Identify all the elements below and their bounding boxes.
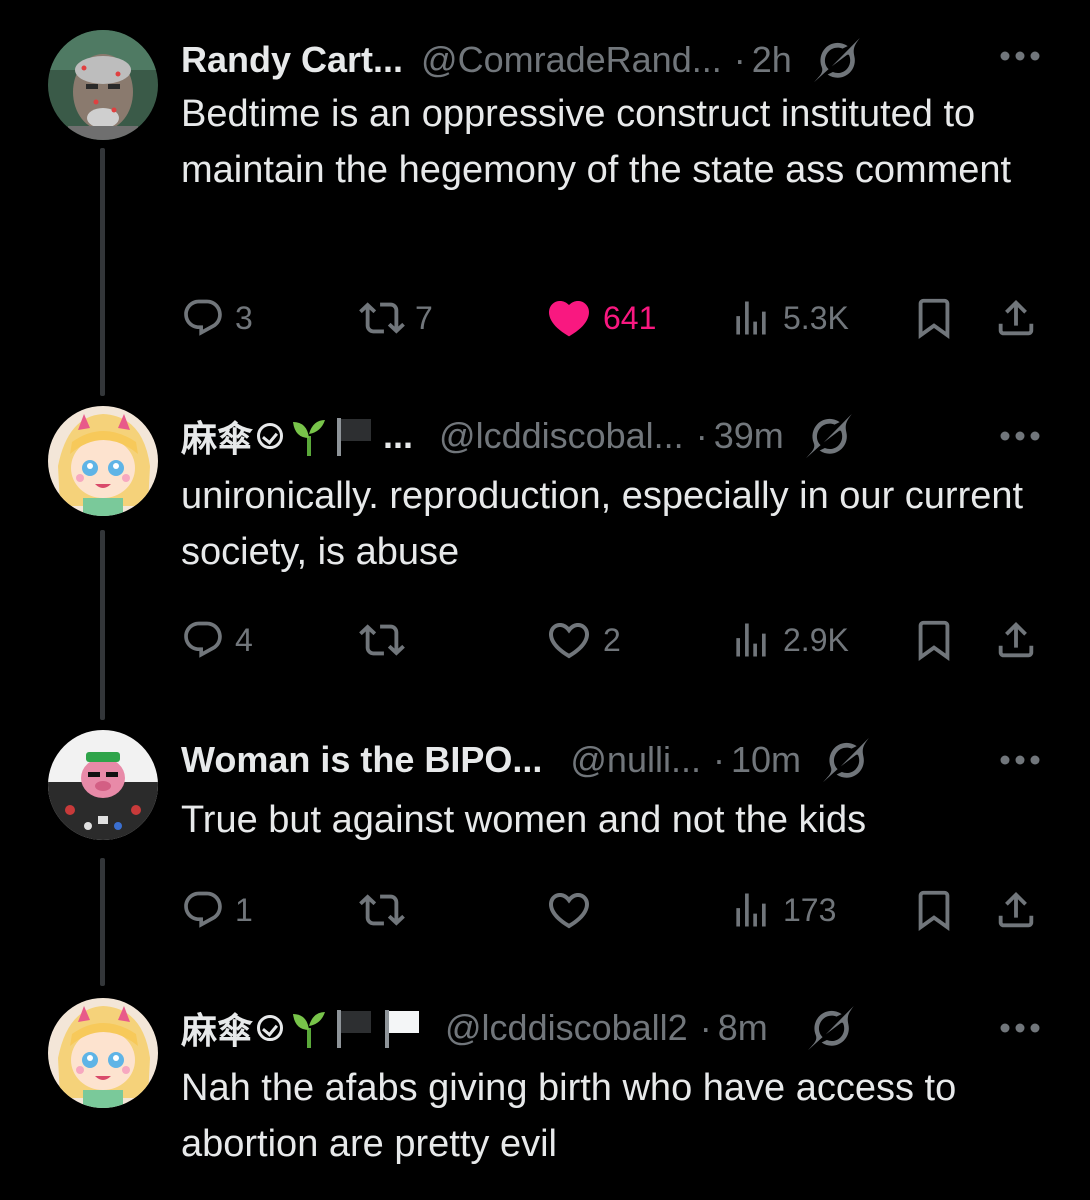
views-icon [729,888,773,932]
views-icon [729,618,773,662]
repost-icon [359,295,405,341]
verified-badge-icon [257,1015,284,1041]
views-button[interactable]: 2.9K [729,616,849,664]
reply-icon [181,618,225,662]
tweet-text: unironically. reproduction, especially i… [181,475,1024,573]
repost-button[interactable] [359,616,405,664]
tweet-header: 麻傘 @lcddiscoball2 · 8m [181,998,1050,1058]
reply-button[interactable]: 3 [181,294,253,342]
share-icon [993,617,1039,663]
timestamp[interactable]: 8m [718,1007,768,1049]
bookmark-icon [911,295,957,341]
thread-line [100,148,105,396]
repost-count: 7 [415,299,433,336]
like-icon [545,886,593,934]
bookmark-icon [911,887,957,933]
reply-count: 3 [235,299,253,336]
separator-dot: · [695,415,708,456]
seedling-icon [293,1012,326,1048]
tweet-header: Randy Cart... @ComradeRand... · 2h [181,30,1050,90]
avatar[interactable] [48,730,158,840]
views-button[interactable]: 5.3K [729,294,849,342]
separator-dot: · [733,39,746,80]
display-name-ellipsis: ... [383,415,414,456]
like-button[interactable]: 2 [545,616,621,664]
grok-icon[interactable] [823,737,869,783]
views-button[interactable]: 173 [729,886,836,934]
tweet-header: Woman is the BIPO... @nulli... · 10m [181,730,1050,790]
repost-icon [359,887,405,933]
share-button[interactable] [993,294,1039,342]
repost-icon [359,617,405,663]
timestamp[interactable]: 39m [714,415,784,457]
like-icon [545,616,593,664]
views-count: 173 [783,891,837,928]
grok-icon[interactable] [814,37,860,83]
avatar[interactable] [48,406,158,516]
views-count: 2.9K [783,621,849,658]
like-count: 2 [603,621,621,658]
more-icon[interactable] [1000,430,1040,442]
more-icon[interactable] [1000,754,1040,766]
display-name[interactable]: Woman is the BIPO... [181,739,542,781]
action-bar: 3 7 641 5.3K [181,294,1041,342]
more-icon[interactable] [1000,1022,1040,1034]
grok-icon[interactable] [808,1005,854,1051]
bookmark-button[interactable] [911,294,957,342]
reply-button[interactable]: 4 [181,616,253,664]
tweet-header: 麻傘 ... @lcddiscobal... · 39m [181,406,1050,466]
repost-button[interactable]: 7 [359,294,433,342]
like-button[interactable] [545,886,593,934]
display-name[interactable]: Randy Cart... [181,39,403,81]
user-handle[interactable]: @ComradeRand... [421,39,722,81]
thread-line [100,858,105,986]
like-icon [545,294,593,342]
share-icon [993,295,1039,341]
display-name-text: 麻傘 [181,418,254,459]
user-handle[interactable]: @lcddiscoball2 [445,1007,688,1049]
action-bar: 1 173 [181,886,1041,934]
verified-badge-icon [257,423,284,449]
more-icon[interactable] [1000,50,1040,62]
views-count: 5.3K [783,299,849,336]
display-name[interactable]: 麻傘 ... [181,410,413,462]
share-icon [993,887,1039,933]
grok-icon[interactable] [806,413,852,459]
seedling-icon [293,420,326,456]
black-flag-icon [337,1010,372,1048]
display-name-text: 麻傘 [181,1010,254,1051]
reply-count: 4 [235,621,253,658]
avatar[interactable] [48,998,158,1108]
tweet-text: Bedtime is an oppressive construct insti… [181,93,1012,191]
thread-line [100,530,105,720]
timestamp[interactable]: 2h [752,39,792,81]
timestamp[interactable]: 10m [731,739,801,781]
black-flag-icon [337,418,372,456]
display-name[interactable]: 麻傘 [181,1002,423,1054]
action-bar: 4 2 2.9K [181,616,1041,664]
share-button[interactable] [993,616,1039,664]
bookmark-button[interactable] [911,616,957,664]
user-handle[interactable]: @lcddiscobal... [439,415,684,457]
reply-icon [181,888,225,932]
repost-button[interactable] [359,886,405,934]
views-icon [729,296,773,340]
separator-dot: · [699,1007,712,1048]
bookmark-icon [911,617,957,663]
reply-button[interactable]: 1 [181,886,253,934]
tweet-text: Nah the afabs giving birth who have acce… [181,1067,957,1165]
tweet-text: True but against women and not the kids [181,799,867,841]
avatar[interactable] [48,30,158,140]
white-flag-icon [385,1010,420,1048]
reply-count: 1 [235,891,253,928]
share-button[interactable] [993,886,1039,934]
separator-dot: · [712,739,725,780]
reply-icon [181,296,225,340]
like-button[interactable]: 641 [545,294,656,342]
user-handle[interactable]: @nulli... [570,739,701,781]
like-count: 641 [603,299,657,336]
bookmark-button[interactable] [911,886,957,934]
